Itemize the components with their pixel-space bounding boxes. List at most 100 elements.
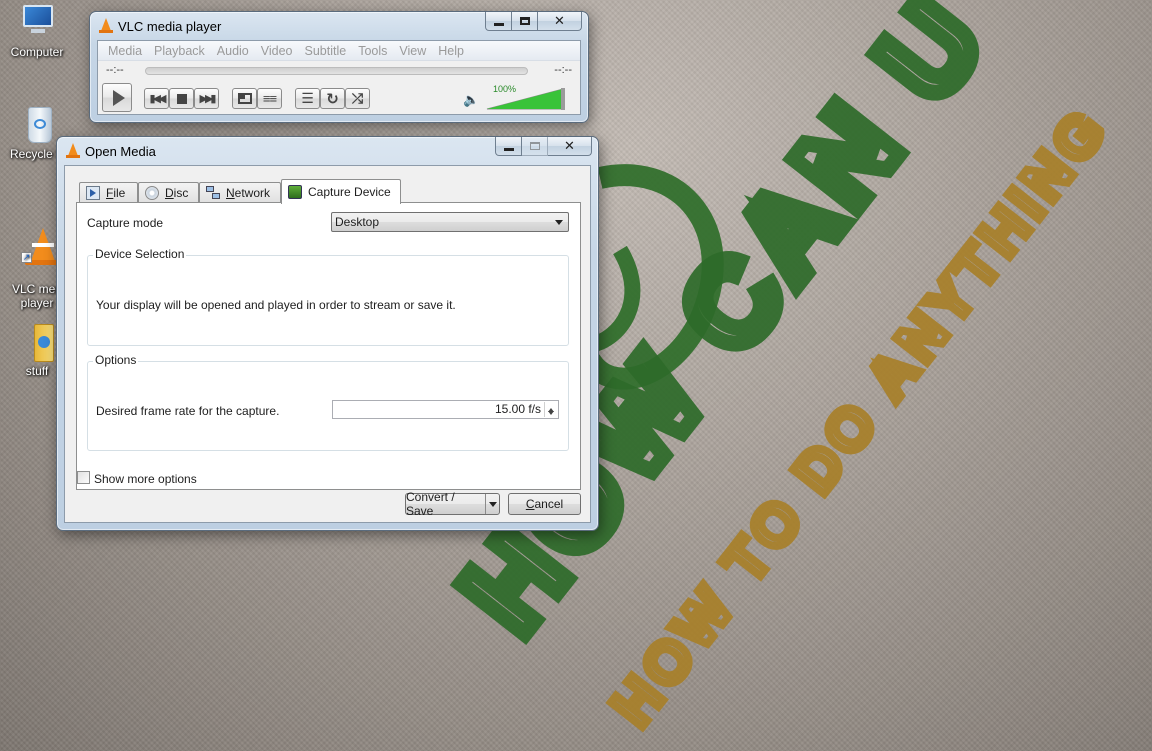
device-selection-title: Device Selection bbox=[93, 247, 187, 261]
seek-slider[interactable] bbox=[145, 67, 528, 75]
loop-button[interactable]: ↻ bbox=[320, 88, 345, 109]
menu-playback[interactable]: Playback bbox=[148, 44, 211, 58]
device-selection-text: Your display will be opened and played i… bbox=[96, 298, 456, 312]
folder-icon bbox=[17, 322, 57, 362]
stop-button[interactable] bbox=[169, 88, 194, 109]
show-more-options-label[interactable]: Show more options bbox=[94, 472, 197, 486]
capture-device-panel: Capture mode Desktop Device Selection Yo… bbox=[76, 202, 581, 490]
spin-up-button[interactable] bbox=[545, 402, 557, 412]
vlc-titlebar[interactable]: VLC media player ✕ bbox=[90, 12, 588, 40]
dialog-caption-buttons: ✕ bbox=[495, 137, 592, 156]
window-title: VLC media player bbox=[118, 19, 222, 34]
fullscreen-button[interactable] bbox=[232, 88, 257, 109]
close-icon: ✕ bbox=[564, 138, 575, 153]
vlc-cone-icon bbox=[98, 18, 114, 34]
vlc-client-area: Media Playback Audio Video Subtitle Tool… bbox=[97, 40, 581, 115]
shuffle-button[interactable]: ⤮ bbox=[345, 88, 370, 109]
capture-mode-label: Capture mode bbox=[87, 216, 164, 230]
chevron-down-icon bbox=[489, 502, 497, 507]
remaining-time[interactable]: --:-- bbox=[554, 64, 572, 76]
seek-row: --:-- --:-- bbox=[98, 61, 580, 81]
dialog-titlebar[interactable]: Open Media ✕ bbox=[57, 137, 598, 165]
speaker-icon[interactable]: 🔈 bbox=[463, 92, 479, 108]
spin-down-button[interactable] bbox=[545, 410, 557, 418]
menu-view[interactable]: View bbox=[393, 44, 432, 58]
extended-settings-button[interactable]: ≡≡ bbox=[257, 88, 282, 109]
desktop-icon-label: Computer bbox=[10, 45, 64, 59]
menu-help[interactable]: Help bbox=[432, 44, 470, 58]
frame-rate-spinbox[interactable]: 15.00 f/s bbox=[332, 400, 559, 419]
capture-mode-value: Desktop bbox=[335, 215, 380, 229]
arrow-down-icon bbox=[548, 411, 554, 419]
tab-label: File bbox=[106, 186, 126, 200]
previous-icon: ▮◀◀ bbox=[149, 93, 167, 105]
computer-icon bbox=[17, 3, 57, 43]
minimize-button[interactable] bbox=[485, 12, 512, 31]
menu-subtitle[interactable]: Subtitle bbox=[299, 44, 353, 58]
playlist-button[interactable]: ☰ bbox=[295, 88, 320, 109]
open-media-dialog: Open Media ✕ File Disc Network Capture D… bbox=[56, 136, 599, 531]
play-icon bbox=[112, 89, 125, 106]
tab-capture-device[interactable]: Capture Device bbox=[281, 179, 401, 204]
show-more-options-checkbox[interactable] bbox=[77, 471, 90, 484]
cancel-button[interactable]: Cancel bbox=[508, 493, 581, 515]
cancel-label: Cancel bbox=[525, 497, 564, 511]
previous-button[interactable]: ▮◀◀ bbox=[144, 88, 169, 109]
vlc-cone-icon: ↗ bbox=[17, 226, 61, 266]
menu-tools[interactable]: Tools bbox=[352, 44, 393, 58]
tab-network[interactable]: Network bbox=[199, 182, 281, 203]
close-button[interactable]: ✕ bbox=[548, 137, 592, 156]
menu-media[interactable]: Media bbox=[102, 44, 148, 58]
close-button[interactable]: ✕ bbox=[538, 12, 582, 31]
frame-rate-label: Desired frame rate for the capture. bbox=[96, 404, 280, 418]
dialog-title: Open Media bbox=[85, 144, 156, 159]
next-button[interactable]: ▶▶▮ bbox=[194, 88, 219, 109]
convert-save-label: Convert / Save bbox=[406, 490, 455, 518]
shuffle-icon: ⤮ bbox=[351, 90, 364, 106]
next-icon: ▶▶▮ bbox=[199, 93, 217, 105]
convert-save-button[interactable]: Convert / Save bbox=[405, 490, 500, 518]
playback-controls: ▮◀◀ ▶▶▮ ≡≡ ☰ ↻ ⤮ 🔈 100% bbox=[102, 83, 576, 115]
tab-label: Capture Device bbox=[308, 185, 391, 199]
vlc-cone-icon bbox=[65, 143, 81, 159]
tab-label: Disc bbox=[165, 186, 189, 200]
minimize-icon bbox=[493, 22, 504, 26]
device-selection-group: Device Selection Your display will be op… bbox=[87, 247, 569, 346]
options-title: Options bbox=[93, 353, 139, 367]
maximize-button bbox=[522, 137, 548, 156]
volume-slider[interactable] bbox=[485, 87, 567, 111]
frame-rate-value: 15.00 f/s bbox=[494, 402, 541, 416]
options-group: Options Desired frame rate for the captu… bbox=[87, 353, 569, 451]
minimize-button[interactable] bbox=[495, 137, 522, 156]
playlist-icon: ☰ bbox=[301, 90, 314, 106]
menu-video[interactable]: Video bbox=[255, 44, 299, 58]
minimize-icon bbox=[503, 147, 514, 151]
capture-mode-select[interactable]: Desktop bbox=[331, 212, 569, 232]
dialog-client-area: File Disc Network Capture Device Capture… bbox=[64, 165, 591, 523]
restore-icon bbox=[519, 17, 530, 25]
chevron-down-icon bbox=[555, 220, 563, 225]
stop-icon bbox=[176, 93, 187, 104]
close-icon: ✕ bbox=[554, 13, 565, 28]
loop-icon: ↻ bbox=[326, 90, 339, 108]
menu-bar: Media Playback Audio Video Subtitle Tool… bbox=[98, 41, 580, 61]
maximize-button[interactable] bbox=[512, 12, 538, 31]
spin-buttons bbox=[544, 402, 557, 417]
tab-label: Network bbox=[226, 186, 271, 200]
file-icon bbox=[86, 186, 100, 200]
capture-device-icon bbox=[288, 185, 302, 199]
desktop-icon-label: VLC med player bbox=[11, 282, 63, 310]
disc-icon bbox=[145, 186, 159, 200]
recycle-bin-icon bbox=[17, 105, 57, 145]
vlc-main-window: VLC media player ✕ Media Playback Audio … bbox=[89, 11, 589, 123]
network-icon bbox=[206, 186, 220, 200]
dropdown-arrow[interactable] bbox=[485, 494, 499, 514]
tab-file[interactable]: File bbox=[79, 182, 138, 203]
fullscreen-icon bbox=[237, 93, 252, 104]
desktop-icon-computer[interactable]: Computer bbox=[0, 3, 74, 59]
elapsed-time: --:-- bbox=[106, 64, 124, 76]
caption-buttons: ✕ bbox=[485, 12, 582, 31]
tab-disc[interactable]: Disc bbox=[138, 182, 199, 203]
menu-audio[interactable]: Audio bbox=[211, 44, 255, 58]
play-button[interactable] bbox=[102, 83, 132, 112]
